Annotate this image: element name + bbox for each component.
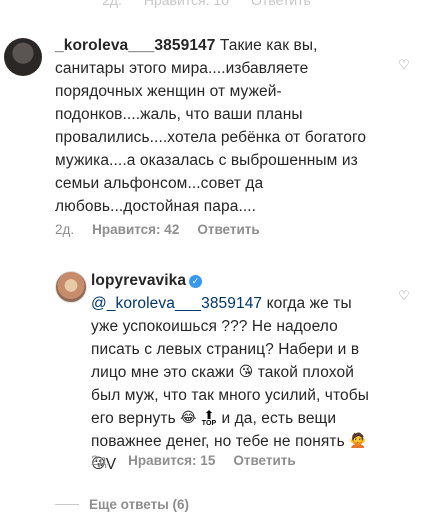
comment-meta: 2д. Нравится: 15 Ответить (91, 453, 314, 468)
more-replies-button[interactable]: Еще ответы (6) (55, 497, 189, 512)
top-arrow-icon: ⬆ TOP (201, 408, 217, 427)
heart-icon[interactable]: ♡ (397, 58, 411, 72)
likes-count[interactable]: Нравится: 15 (128, 453, 215, 468)
heart-icon[interactable]: ♡ (397, 289, 411, 303)
avatar[interactable] (55, 271, 87, 303)
comment-body: lopyrevavika ✓ @_koroleva___3859147 когда… (91, 269, 381, 476)
top-label: TOP (201, 420, 217, 427)
more-replies-label[interactable]: Еще ответы (6) (89, 497, 189, 512)
previous-date: 2д. (102, 0, 122, 8)
kissing-face-icon: 😘 (238, 363, 254, 379)
comment-meta: 2д. Нравится: 42 Ответить (55, 222, 278, 237)
comment-body: _koroleva___3859147 Такие как вы, санита… (55, 34, 375, 218)
previous-likes[interactable]: Нравится: 10 (144, 0, 229, 8)
previous-reply-button[interactable]: Ответить (251, 0, 311, 8)
verified-badge-icon: ✓ (189, 275, 203, 288)
avatar[interactable] (4, 38, 42, 76)
reply-button[interactable]: Ответить (233, 453, 295, 468)
likes-count[interactable]: Нравится: 42 (92, 222, 179, 237)
comment-text: Такие как вы, санитары этого мира....изб… (55, 37, 367, 215)
comment-date: 2д. (55, 222, 75, 237)
comment-username[interactable]: lopyrevavika (91, 272, 186, 289)
reply-button[interactable]: Ответить (197, 222, 259, 237)
divider (55, 504, 79, 505)
previous-comment-meta: 2д. Нравится: 10 Ответить (102, 0, 311, 8)
comment-username[interactable]: _koroleva___3859147 (55, 37, 215, 54)
woman-gesturing-icon: 🙅 (349, 432, 367, 448)
comment-date: 2д. (91, 453, 111, 468)
mention-link[interactable]: @_koroleva___3859147 (91, 295, 262, 312)
laughing-tears-icon: 😂 (180, 409, 197, 425)
